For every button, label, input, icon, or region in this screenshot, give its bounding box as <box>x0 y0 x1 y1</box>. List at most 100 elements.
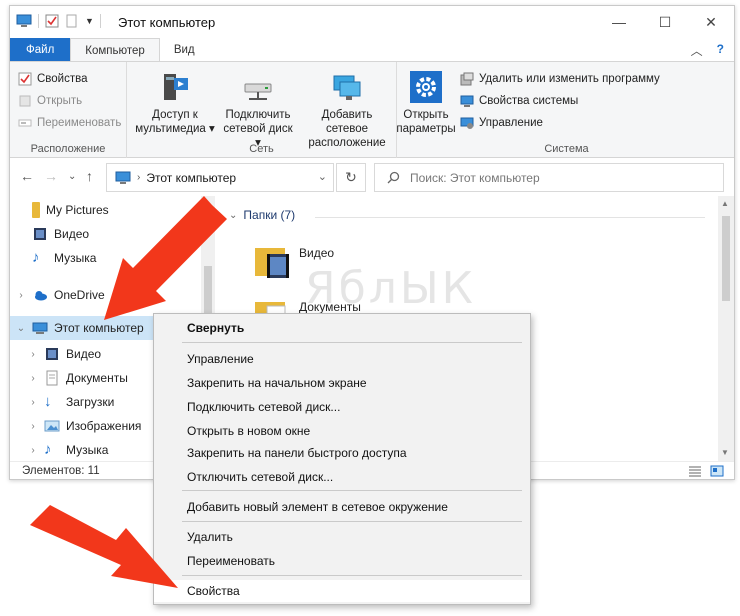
properties-check-icon[interactable] <box>45 14 59 28</box>
nav-item-pc-pictures[interactable]: › Изображения <box>26 414 141 438</box>
up-arrow-icon[interactable]: ↑ <box>86 168 93 184</box>
rename-button[interactable]: Переименовать <box>18 112 121 134</box>
search-placeholder: Поиск: Этот компьютер <box>410 170 540 185</box>
music-icon: ♪ <box>44 441 52 458</box>
maximize-button[interactable]: ☐ <box>642 6 688 38</box>
tiles-view-icon[interactable] <box>710 465 724 477</box>
address-dropdown-icon[interactable]: ⌄ <box>318 170 327 183</box>
add-network-location-button[interactable]: Добавить сетевое расположение <box>299 70 395 150</box>
uninstall-program-button[interactable]: Удалить или изменить программу <box>460 68 660 90</box>
folders-group-header[interactable]: ⌄ Папки (7) <box>229 208 295 222</box>
nav-item-pc-music[interactable]: › ♪ Музыка <box>26 438 108 461</box>
chevron-right-icon[interactable]: › <box>26 373 40 384</box>
nav-item-pc-video[interactable]: › Видео <box>26 342 101 366</box>
content-scrollbar[interactable]: ▲ ▼ <box>718 196 734 461</box>
tab-view[interactable]: Вид <box>160 38 209 62</box>
properties-button[interactable]: Свойства <box>18 68 121 90</box>
quick-access-toolbar: ▼ <box>16 14 101 28</box>
view-switcher <box>688 465 724 477</box>
chevron-right-icon[interactable]: › <box>26 421 40 432</box>
address-bar[interactable]: › Этот компьютер ⌄ <box>106 163 334 192</box>
scroll-up-icon[interactable]: ▲ <box>721 199 729 208</box>
open-button[interactable]: Открыть <box>18 90 121 112</box>
scroll-down-icon[interactable]: ▼ <box>721 448 729 457</box>
context-menu: Свернуть Управление Закрепить на начальн… <box>153 313 531 605</box>
menu-separator <box>182 521 522 522</box>
computer-icon <box>32 322 48 334</box>
media-server-icon <box>164 74 188 100</box>
new-folder-icon[interactable] <box>65 14 79 28</box>
tab-file[interactable]: Файл <box>10 38 71 62</box>
back-arrow-icon[interactable]: ← <box>20 168 34 184</box>
group-label-system: Система <box>544 143 589 155</box>
watermark-text: ЯблЫК <box>305 263 476 314</box>
watermark-logo: ЯблЫК <box>305 263 476 314</box>
folder-icon <box>32 202 40 218</box>
refresh-button[interactable]: ↻ <box>336 163 366 192</box>
chevron-right-icon[interactable]: › <box>14 290 28 301</box>
chevron-down-icon[interactable]: ▼ <box>85 16 94 26</box>
rename-icon <box>18 119 32 127</box>
pictures-icon <box>44 420 60 432</box>
chevron-down-icon[interactable]: ⌄ <box>229 210 237 221</box>
group-divider <box>315 217 705 218</box>
menu-item-delete[interactable]: Удалить <box>154 526 530 548</box>
menu-item-rename[interactable]: Переименовать <box>154 550 530 572</box>
minimize-button[interactable]: — <box>596 6 642 38</box>
items-count: Элементов: 11 <box>22 465 100 477</box>
nav-item-pc-downloads[interactable]: › ↓ Загрузки <box>26 390 114 414</box>
chevron-right-icon[interactable]: › <box>26 349 40 360</box>
window-title: Этот компьютер <box>118 15 216 30</box>
recent-chevron-icon[interactable]: ⌄ <box>68 171 76 182</box>
title-bar: ▼ Этот компьютер — ☐ ✕ <box>10 6 734 38</box>
ribbon-controls: ︿ ? <box>691 42 724 59</box>
group-label-location: Расположение <box>30 143 106 155</box>
chevron-right-icon[interactable]: › <box>26 445 40 456</box>
search-input[interactable]: Поиск: Этот компьютер <box>374 163 724 192</box>
ribbon: Свойства Открыть Переименовать Расположе… <box>10 61 734 158</box>
menu-item-open-new-window[interactable]: Открыть в новом окне <box>154 420 530 442</box>
open-settings-button[interactable]: Открыть параметры <box>396 70 456 136</box>
address-row: ← → ⌄ ↑ › Этот компьютер ⌄ ↻ Поиск: Этот… <box>10 158 734 196</box>
manage-button[interactable]: Управление <box>460 112 660 134</box>
menu-separator <box>182 575 522 576</box>
nav-item-onedrive[interactable]: › OneDrive <box>14 283 104 307</box>
nav-item-music[interactable]: ♪ Музыка <box>28 246 96 270</box>
folder-label: Видео <box>299 246 335 260</box>
group-label-network: Сеть <box>249 143 274 155</box>
ribbon-group-network: Доступ к мультимедиа ▾ Подключить сетево… <box>127 62 397 158</box>
map-network-drive-button[interactable]: Подключить сетевой диск ▾ <box>219 70 297 150</box>
menu-item-manage[interactable]: Управление <box>154 348 530 370</box>
breadcrumb[interactable]: Этот компьютер <box>146 171 236 185</box>
content-scroll-thumb[interactable] <box>722 216 730 301</box>
menu-item-pin-start[interactable]: Закрепить на начальном экране <box>154 372 530 394</box>
computer-icon <box>16 14 32 27</box>
chevron-right-icon[interactable]: › <box>26 397 40 408</box>
system-properties-button[interactable]: Свойства системы <box>460 90 660 112</box>
menu-item-add-network-location[interactable]: Добавить новый элемент в сетевое окружен… <box>154 496 530 518</box>
nav-item-my-pictures[interactable]: My Pictures <box>28 198 109 222</box>
video-folder-icon <box>255 248 289 278</box>
video-folder-icon <box>34 228 46 240</box>
menu-item-disconnect-drive[interactable]: Отключить сетевой диск... <box>154 466 530 488</box>
open-icon <box>19 95 31 107</box>
close-button[interactable]: ✕ <box>688 6 734 38</box>
tab-computer[interactable]: Компьютер <box>70 38 160 62</box>
nav-item-video[interactable]: Видео <box>28 222 89 246</box>
menu-item-pin-quick-access[interactable]: Закрепить на панели быстрого доступа <box>154 442 530 464</box>
menu-item-collapse[interactable]: Свернуть <box>154 317 530 339</box>
collapse-ribbon-icon[interactable]: ︿ <box>691 42 703 59</box>
menu-item-map-drive[interactable]: Подключить сетевой диск... <box>154 396 530 418</box>
breadcrumb-separator-icon[interactable]: › <box>137 172 140 183</box>
forward-arrow-icon[interactable]: → <box>44 168 58 184</box>
search-icon <box>387 171 400 184</box>
chevron-down-icon[interactable]: ⌄ <box>14 323 28 334</box>
menu-item-properties[interactable]: Свойства <box>154 580 530 602</box>
video-folder-icon <box>46 348 58 360</box>
media-access-button[interactable]: Доступ к мультимедиа ▾ <box>135 70 215 136</box>
download-arrow-icon: ↓ <box>44 393 52 410</box>
help-icon[interactable]: ? <box>717 42 724 59</box>
window-controls: — ☐ ✕ <box>596 6 734 38</box>
nav-item-pc-documents[interactable]: › Документы <box>26 366 128 390</box>
details-view-icon[interactable] <box>688 465 702 477</box>
